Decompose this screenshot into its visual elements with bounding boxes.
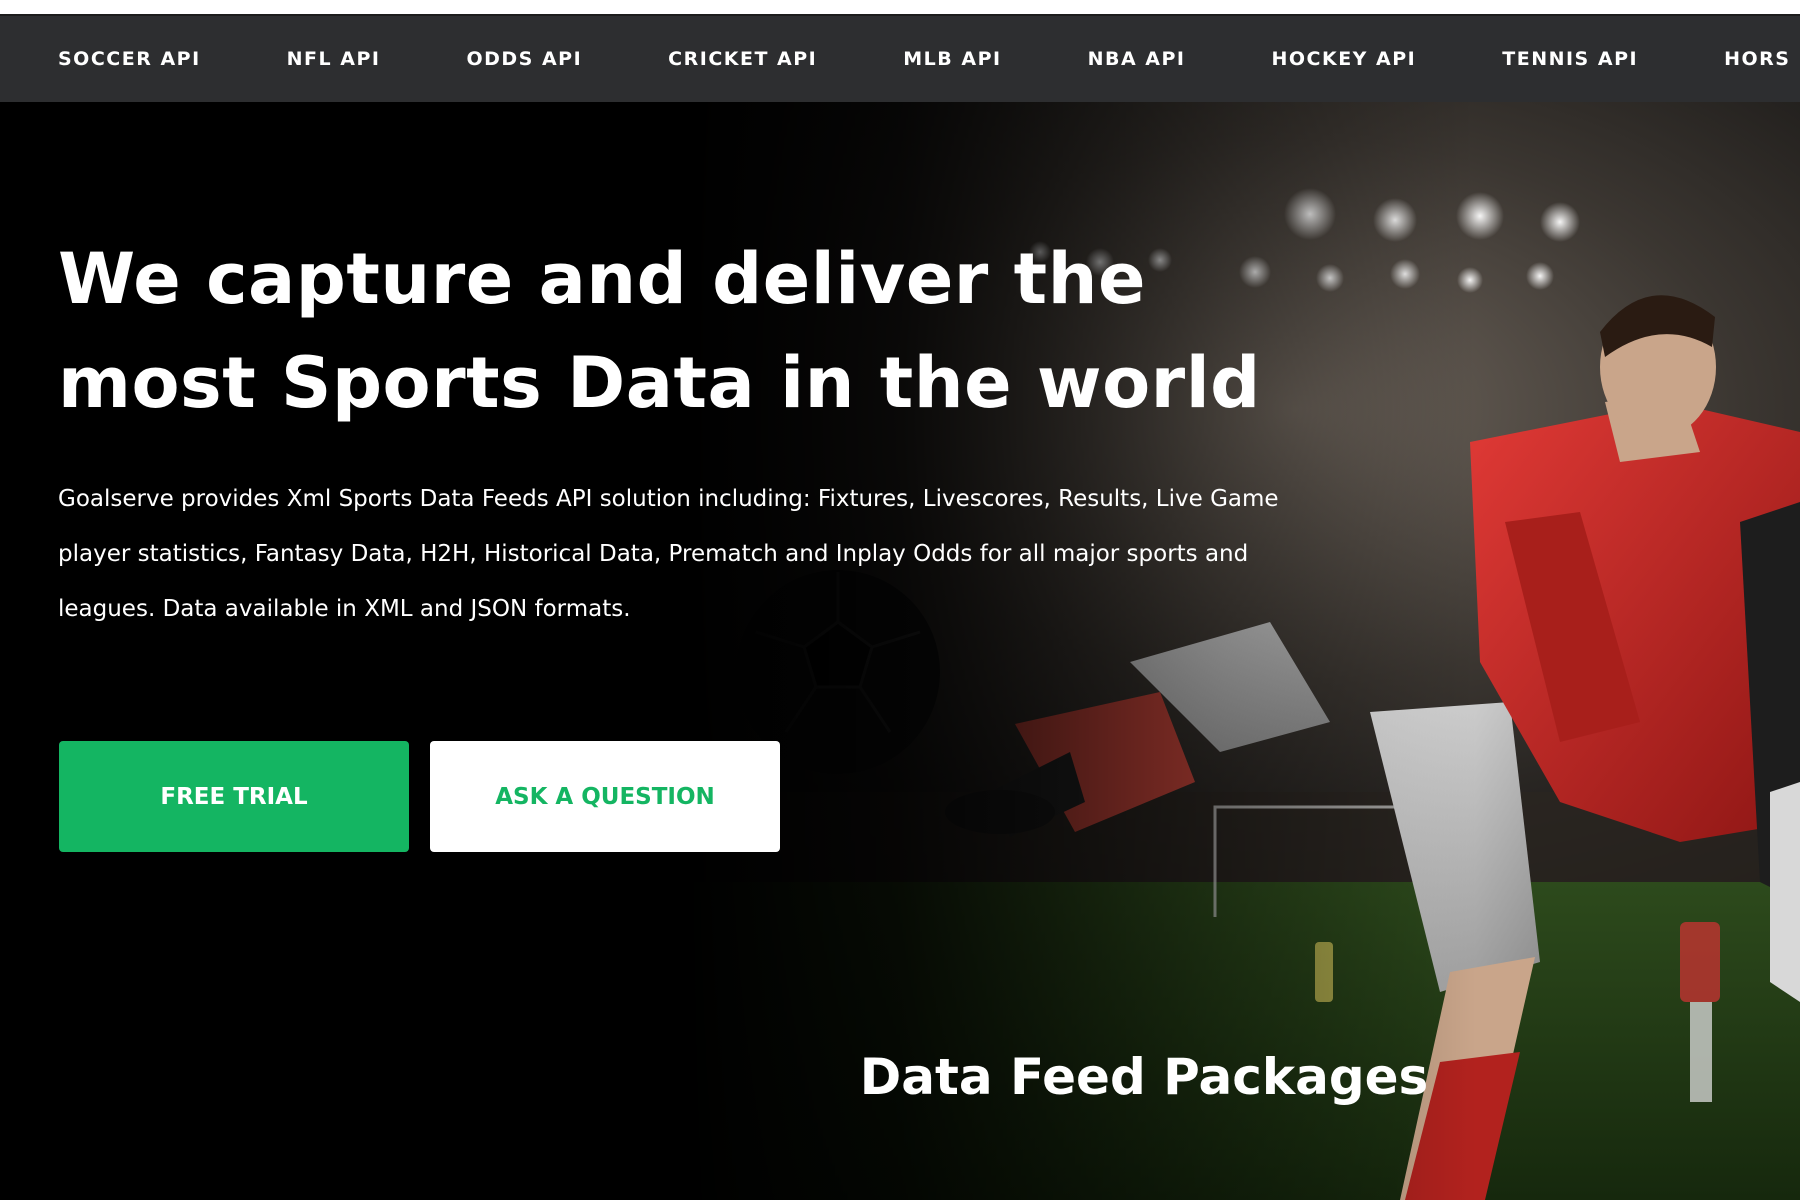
ask-question-button[interactable]: ASK A QUESTION [430,741,780,852]
free-trial-button[interactable]: FREE TRIAL [59,741,409,852]
browser-top-strip [0,0,1800,16]
hero-section: We capture and deliver the most Sports D… [0,102,1800,1200]
nav-item-mlb-api[interactable]: MLB API [903,48,1001,70]
hero-headline-line-1: We capture and deliver the [58,238,1146,320]
main-navbar: SOCCER API NFL API ODDS API CRICKET API … [0,16,1800,102]
nav-item-tennis-api[interactable]: TENNIS API [1502,48,1638,70]
nav-item-hockey-api[interactable]: HOCKEY API [1271,48,1416,70]
data-feed-packages-title: Data Feed Packages [859,1048,1429,1106]
hero-description: Goalserve provides Xml Sports Data Feeds… [58,486,1279,622]
nav-item-odds-api[interactable]: ODDS API [466,48,582,70]
hero-headline-line-2: most Sports Data in the world [58,342,1261,424]
nav-item-nba-api[interactable]: NBA API [1088,48,1186,70]
nav-item-soccer-api[interactable]: SOCCER API [58,48,201,70]
hero-headline: We capture and deliver the most Sports D… [58,227,1358,435]
nav-item-cricket-api[interactable]: CRICKET API [668,48,817,70]
nav-item-horse-racing-api[interactable]: HORS [1724,48,1790,70]
nav-item-nfl-api[interactable]: NFL API [287,48,381,70]
page: SOCCER API NFL API ODDS API CRICKET API … [0,0,1800,1200]
